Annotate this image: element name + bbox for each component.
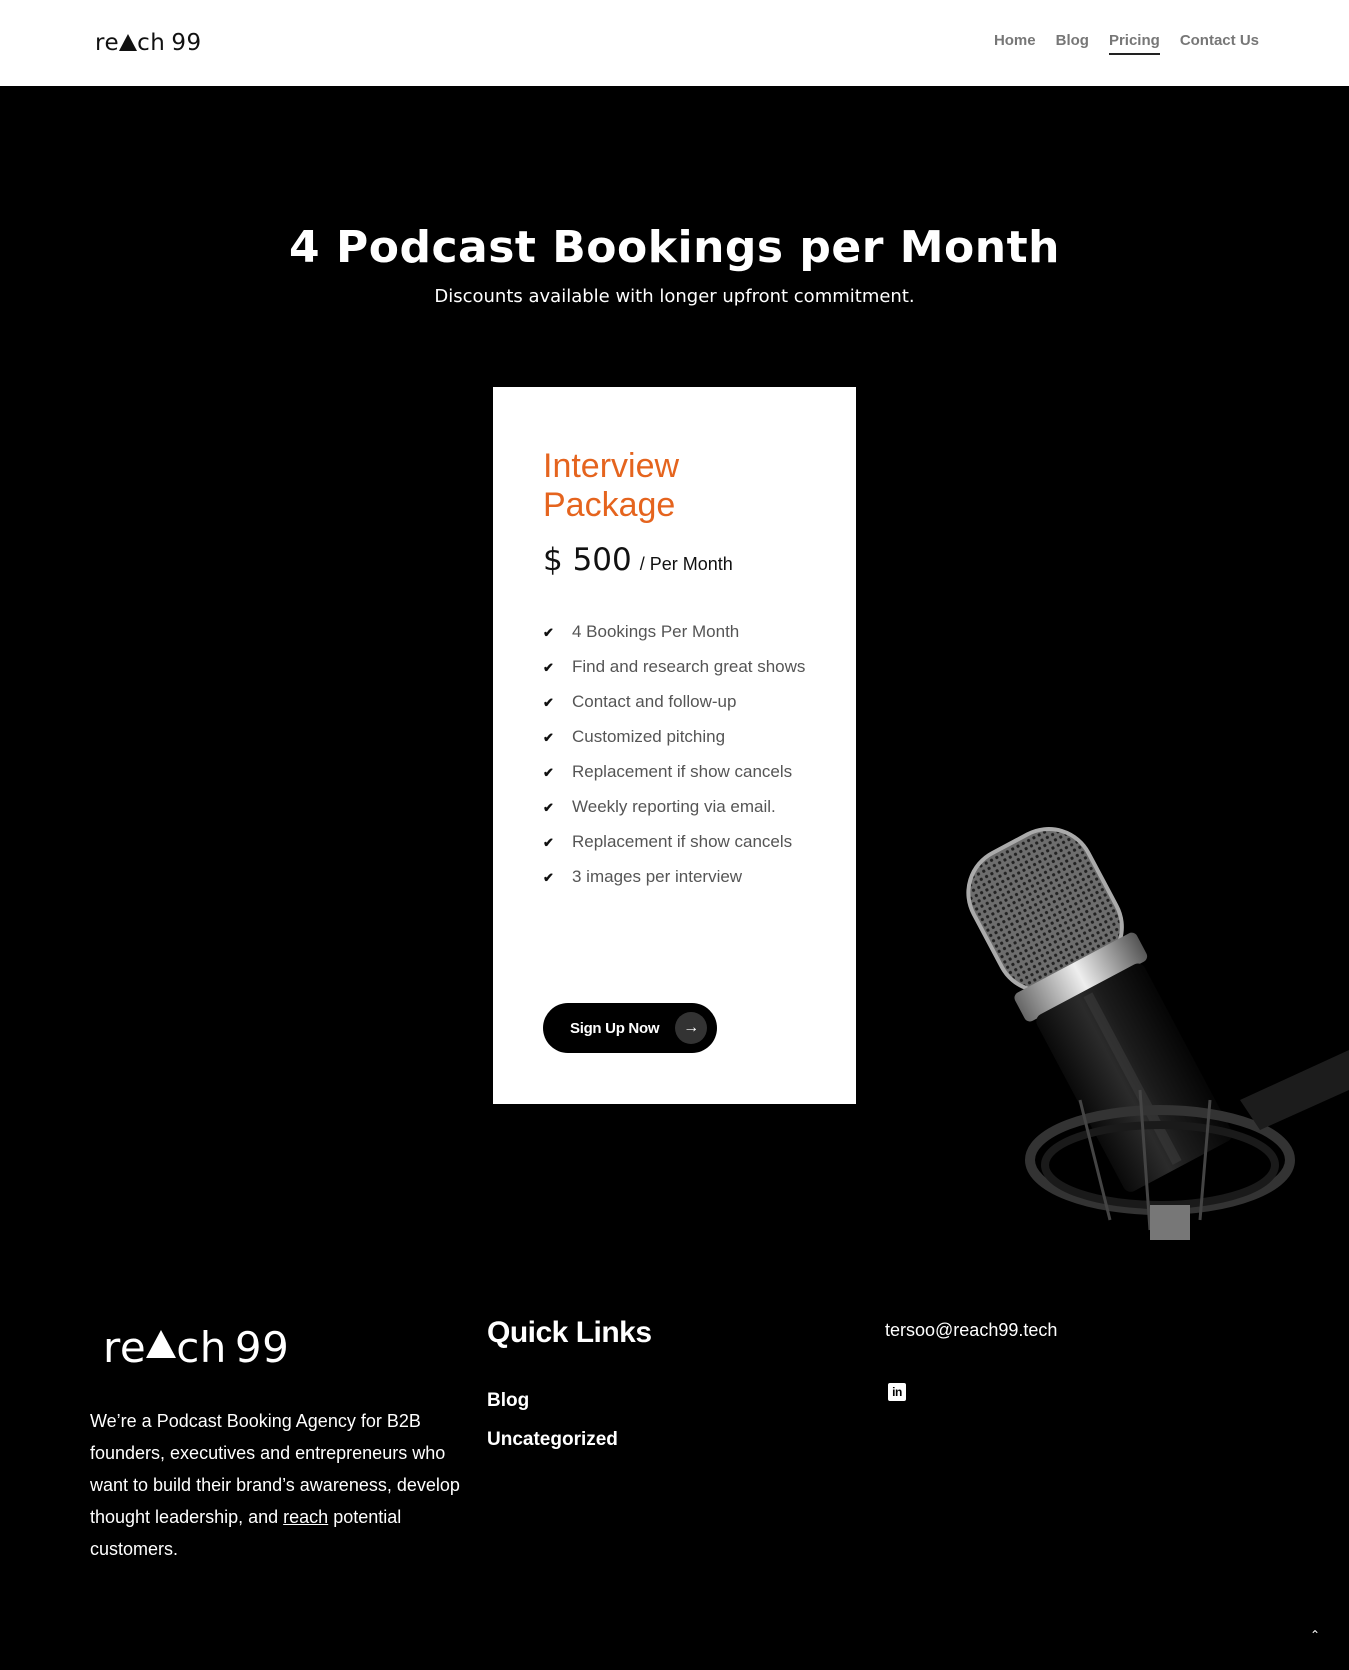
price-row: $ 500 / Per Month xyxy=(543,542,733,578)
quick-link-blog[interactable]: Blog xyxy=(487,1390,618,1412)
site-header: re ch 99 Home Blog Pricing Contact Us xyxy=(0,0,1349,86)
feature-item: ✔ Contact and follow-up xyxy=(543,692,737,711)
footer-logo-text-left: re xyxy=(103,1322,147,1372)
feature-item: ✔ Replacement if show cancels xyxy=(543,832,793,851)
quick-links-list: Blog Uncategorized xyxy=(487,1390,618,1468)
check-icon: ✔ xyxy=(543,695,554,710)
logo-text-mid: ch xyxy=(137,30,166,56)
feature-list: ✔ 4 Bookings Per Month ✔ Find and research… xyxy=(543,623,813,903)
footer-logo-text-number: 99 xyxy=(234,1322,290,1372)
main-nav: Home Blog Pricing Contact Us xyxy=(994,32,1259,55)
footer-logo[interactable]: re ch 99 xyxy=(103,1322,289,1372)
nav-blog[interactable]: Blog xyxy=(1056,32,1089,49)
footer-email-link[interactable]: tersoo@reach99.tech xyxy=(885,1320,1057,1341)
logo-text-number: 99 xyxy=(171,30,202,56)
package-name: Interview Package xyxy=(543,447,680,524)
microphone-image xyxy=(966,827,1349,1240)
check-icon: ✔ xyxy=(543,800,554,815)
brand-logo[interactable]: re ch 99 xyxy=(95,26,202,60)
page-title: 4 Podcast Bookings per Month xyxy=(289,222,1060,273)
check-icon: ✔ xyxy=(543,660,554,675)
quick-link-uncategorized[interactable]: Uncategorized xyxy=(487,1429,618,1451)
nav-pricing[interactable]: Pricing xyxy=(1108,32,1160,55)
logo-triangle-icon xyxy=(119,33,138,51)
feature-item: ✔ Weekly reporting via email. xyxy=(543,797,776,816)
linkedin-icon[interactable]: in xyxy=(888,1383,906,1401)
check-icon: ✔ xyxy=(543,730,554,745)
check-icon: ✔ xyxy=(543,625,554,640)
price-period: / Per Month xyxy=(639,554,733,574)
footer-about: We’re a Podcast Booking Agency for B2B f… xyxy=(90,1411,460,1559)
feature-item: ✔ 3 images per interview xyxy=(543,867,743,886)
footer-logo-text-mid: ch xyxy=(176,1322,227,1372)
sign-up-label: Sign Up Now xyxy=(570,1019,660,1037)
footer-about-link[interactable]: reach xyxy=(283,1507,328,1527)
nav-contact-us[interactable]: Contact Us xyxy=(1180,32,1259,49)
price-amount: $ 500 xyxy=(543,542,632,578)
check-icon: ✔ xyxy=(543,870,554,885)
page-subtitle: Discounts available with longer upfront … xyxy=(434,286,915,307)
back-to-top-icon[interactable]: ⌃ xyxy=(1310,1628,1320,1642)
pricing-card: Interview Package $ 500 / Per Month ✔ 4 B… xyxy=(493,387,856,1104)
check-icon: ✔ xyxy=(543,835,554,850)
arrow-right-icon: → xyxy=(675,1012,707,1044)
feature-item: ✔ 4 Bookings Per Month xyxy=(543,622,740,641)
sign-up-button[interactable]: Sign Up Now → xyxy=(543,1003,717,1053)
nav-home[interactable]: Home xyxy=(994,32,1036,49)
feature-item: ✔ Replacement if show cancels xyxy=(543,762,793,781)
quick-links-title: Quick Links xyxy=(487,1316,652,1349)
feature-item: ✔ Find and research great shows xyxy=(543,657,806,676)
logo-text-left: re xyxy=(95,30,120,56)
feature-item: ✔ Customized pitching xyxy=(543,727,726,746)
check-icon: ✔ xyxy=(543,765,554,780)
footer-logo-triangle-icon xyxy=(146,1330,177,1358)
